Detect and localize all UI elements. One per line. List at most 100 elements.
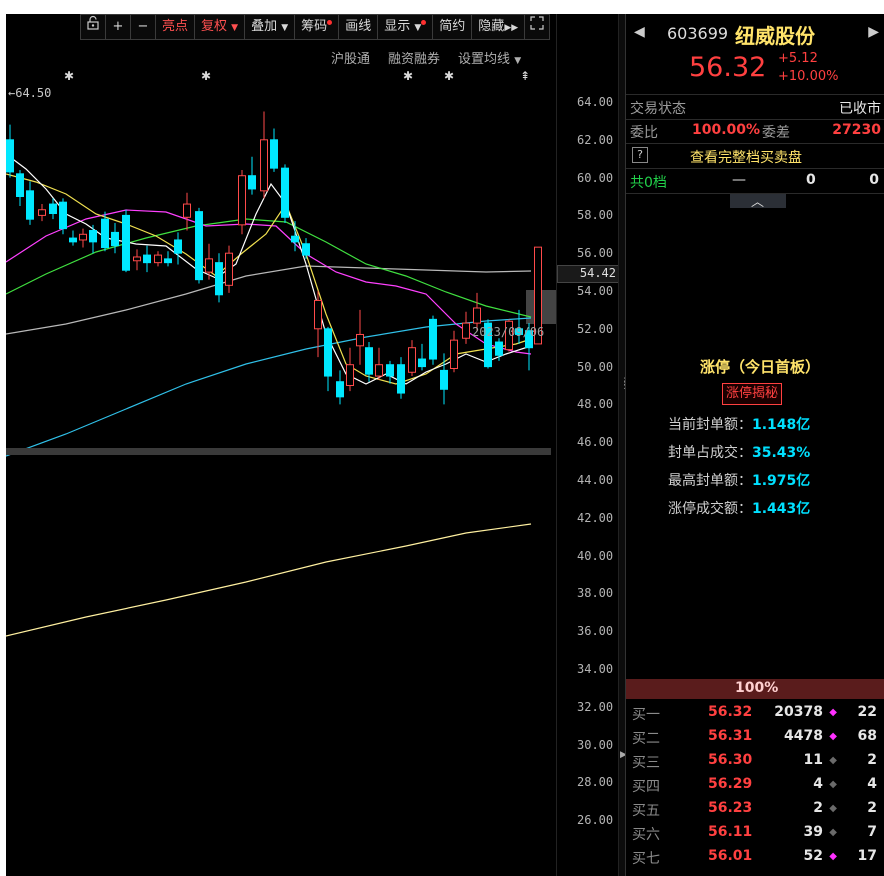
levels-dash: — — [732, 172, 746, 188]
limit-up-info-value: 1.148亿 — [752, 417, 811, 433]
ma20-line — [6, 209, 532, 355]
bid-count: 68 — [857, 728, 877, 744]
levels-label: 共0档 — [630, 175, 667, 191]
candlestick — [69, 230, 77, 246]
price-axis-label: 38.00 — [577, 586, 614, 601]
bid-diff-label: 委差 — [762, 125, 790, 141]
bid-level-label: 买六 — [632, 827, 660, 843]
kline-plot[interactable]: ✱ ✱ ✱ ✱ ⇞ 2023/09/06 — [6, 14, 556, 876]
candlestick — [248, 156, 256, 195]
candlestick — [111, 222, 119, 254]
bid-row[interactable]: 买五 56.23 2 ◆ 2 — [626, 798, 884, 822]
bid-row[interactable]: 买二 56.31 4478 ◆ 68 — [626, 726, 884, 750]
price-axis-label: 42.00 — [577, 510, 614, 525]
limit-up-info-label: 涨停成交额： — [668, 501, 752, 517]
candlestick — [143, 245, 151, 273]
help-icon[interactable]: ? — [632, 147, 648, 163]
candlestick — [6, 124, 14, 178]
bid-level-label: 买一 — [632, 707, 660, 723]
candlestick — [270, 128, 278, 172]
bid-price: 56.32 — [708, 704, 753, 720]
candlestick — [38, 204, 46, 222]
bid-row[interactable]: 买六 56.11 39 ◆ 7 — [626, 822, 884, 846]
candlestick — [154, 251, 162, 267]
event-marker-icon: ✱ — [403, 69, 413, 83]
bid-ratio-value: 100.00% — [692, 122, 761, 138]
limit-up-info-row: 最高封单额：1.975亿 — [668, 470, 810, 490]
candlestick — [16, 170, 24, 206]
stock-change: +5.12 — [778, 51, 818, 66]
stock-code: 603699 — [667, 24, 729, 43]
next-stock-icon[interactable]: ▶ — [868, 24, 879, 40]
limit-up-info-row: 封单占成交：35.43% — [668, 442, 810, 462]
bid-count: 7 — [867, 824, 877, 840]
pane-divider[interactable] — [6, 448, 551, 455]
candlestick — [174, 232, 182, 265]
price-axis-label: 58.00 — [577, 208, 614, 223]
limit-up-info-value: 35.43% — [752, 445, 811, 461]
chevron-up-icon: ︿ — [751, 195, 765, 210]
trading-app: + − 亮点 复权 ▼ 叠加 ▼ 筹码 画线 显示 ▼ 简约 隐藏▶▶ 沪股通 … — [6, 14, 884, 876]
bid-price: 56.01 — [708, 848, 753, 864]
candlestick — [260, 111, 268, 199]
price-axis-label: 28.00 — [577, 775, 614, 790]
bid-count: 4 — [867, 776, 877, 792]
limit-up-title: 涨停（今日首板） — [700, 358, 821, 376]
full-book-link[interactable]: 查看完整档买卖盘 — [690, 147, 802, 167]
bid-count: 17 — [857, 848, 877, 864]
price-axis-label: 50.00 — [577, 359, 614, 374]
price-axis-label: 56.00 — [577, 246, 614, 261]
trade-status-label: 交易状态 — [630, 101, 686, 117]
bid-ratio-row: 委比 100.00% 委差 27230 — [626, 119, 884, 144]
bid-price: 56.29 — [708, 776, 753, 792]
candlestick — [462, 311, 470, 344]
event-marker-icon: ✱ — [64, 69, 74, 83]
limit-up-info-row: 当前封单额：1.148亿 — [668, 414, 810, 434]
bid-price: 56.11 — [708, 824, 753, 840]
bid-row[interactable]: 买四 56.29 4 ◆ 4 — [626, 774, 884, 798]
prev-stock-icon[interactable]: ◀ — [634, 24, 645, 40]
trade-status-row: 交易状态 已收市 — [626, 94, 884, 120]
kline-chart-area[interactable]: + − 亮点 复权 ▼ 叠加 ▼ 筹码 画线 显示 ▼ 简约 隐藏▶▶ 沪股通 … — [6, 14, 621, 876]
bid-level-label: 买三 — [632, 755, 660, 771]
bid-dot-icon: ◆ — [829, 731, 837, 742]
bid-price: 56.31 — [708, 728, 753, 744]
limit-up-info-label: 当前封单额： — [668, 417, 752, 433]
candlestick — [418, 343, 426, 371]
collapse-tab[interactable]: ︿ — [730, 194, 786, 210]
quote-panel: ◀ ▶ 603699 纽威股份 56.32 +5.12 +10.00% 交易状态… — [625, 14, 884, 876]
price-axis-label: 62.00 — [577, 132, 614, 147]
bid-dot-icon: ◆ — [829, 803, 837, 814]
levels-value-2: 0 — [869, 172, 879, 188]
event-marker-icon: ✱ — [201, 69, 211, 83]
bid-count: 22 — [857, 704, 877, 720]
limit-up-reveal-button[interactable]: 涨停揭秘 — [722, 383, 783, 405]
bid-row[interactable]: 买一 56.32 20378 ◆ 22 — [626, 702, 884, 726]
bid-volume: 2 — [813, 800, 823, 816]
bid-row[interactable]: 买七 56.01 52 ◆ 17 — [626, 846, 884, 870]
candlestick — [408, 340, 416, 377]
ma30-line — [6, 218, 532, 318]
candlestick — [281, 164, 289, 223]
price-axis-label: 36.00 — [577, 624, 614, 639]
book-percent-bar: 100% — [626, 679, 884, 699]
bid-ratio-label: 委比 — [630, 125, 658, 141]
candlestick — [225, 245, 233, 293]
current-price-axis-tag: 54.42 — [557, 265, 621, 283]
bid-level-label: 买五 — [632, 803, 660, 819]
bid-row[interactable]: 买三 56.30 11 ◆ 2 — [626, 750, 884, 774]
candlestick — [89, 224, 97, 254]
limit-up-info-value: 1.443亿 — [752, 501, 811, 517]
bid-volume: 39 — [803, 824, 823, 840]
limit-up-info-label: 封单占成交： — [668, 445, 752, 461]
candlestick — [215, 253, 223, 303]
price-axis-label: 34.00 — [577, 662, 614, 676]
bid-dot-icon: ◆ — [829, 707, 837, 718]
full-book-row[interactable]: ? 查看完整档买卖盘 — [626, 144, 884, 169]
candlestick — [324, 326, 332, 392]
stock-change-pct: +10.00% — [778, 69, 839, 84]
candlestick — [429, 315, 437, 365]
candlestick — [79, 228, 87, 248]
bid-price: 56.30 — [708, 752, 753, 768]
book-percent: 100% — [735, 680, 779, 696]
